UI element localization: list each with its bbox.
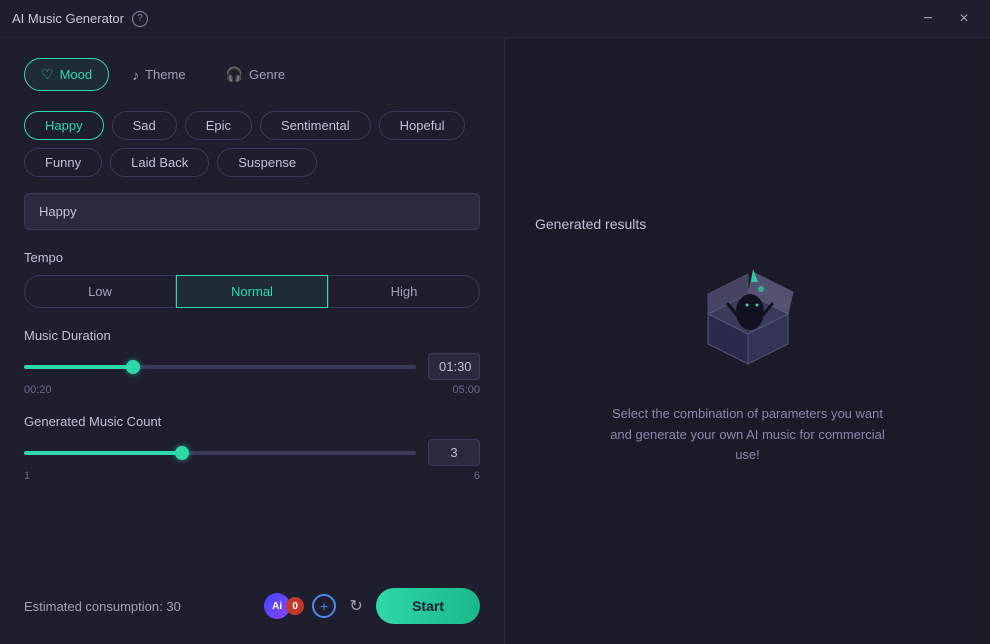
count-min: 1 — [24, 470, 30, 482]
left-panel: ♡ Mood ♪ Theme 🎧 Genre Happy Sad Epic Se… — [0, 38, 505, 644]
theme-tab-icon: ♪ — [132, 67, 139, 83]
close-button[interactable]: × — [950, 5, 978, 33]
mood-btn-funny[interactable]: Funny — [24, 148, 102, 177]
app-title: AI Music Generator — [12, 11, 124, 26]
tabs: ♡ Mood ♪ Theme 🎧 Genre — [24, 58, 480, 91]
duration-max: 05:00 — [452, 384, 480, 396]
duration-range: 00:20 05:00 — [24, 384, 480, 396]
bottom-bar: Estimated consumption: 30 Ai 0 + ↻ Start — [24, 574, 480, 624]
count-slider-row: 3 — [24, 439, 480, 466]
music-count-section: Generated Music Count 3 1 6 — [24, 414, 480, 482]
count-range: 1 6 — [24, 470, 480, 482]
tab-theme[interactable]: ♪ Theme — [115, 58, 202, 91]
results-header: Generated results — [535, 216, 960, 234]
count-value: 3 — [428, 439, 480, 466]
tab-mood-label: Mood — [60, 67, 93, 82]
start-button[interactable]: Start — [376, 588, 480, 624]
mood-btn-happy[interactable]: Happy — [24, 111, 104, 140]
duration-value: 01:30 — [428, 353, 480, 380]
tab-genre-label: Genre — [249, 67, 285, 82]
right-panel: Generated results — [505, 38, 990, 644]
count-slider[interactable] — [24, 451, 416, 455]
tab-genre[interactable]: 🎧 Genre — [209, 58, 303, 91]
consumption-text: Estimated consumption: 30 — [24, 599, 181, 614]
ai-badge: Ai 0 — [264, 593, 304, 619]
mood-btn-suspense[interactable]: Suspense — [217, 148, 317, 177]
duration-slider[interactable] — [24, 365, 416, 369]
empty-state-illustration — [688, 254, 808, 374]
count-max: 6 — [474, 470, 480, 482]
title-bar: AI Music Generator ? − × — [0, 0, 990, 38]
tempo-normal[interactable]: Normal — [176, 275, 328, 308]
mood-btn-laidback[interactable]: Laid Back — [110, 148, 209, 177]
tempo-high[interactable]: High — [328, 275, 480, 308]
bottom-right-controls: Ai 0 + ↻ Start — [264, 588, 480, 624]
minimize-button[interactable]: − — [914, 5, 942, 33]
add-credits-button[interactable]: + — [312, 594, 336, 618]
duration-slider-row: 01:30 — [24, 353, 480, 380]
help-icon[interactable]: ? — [132, 11, 148, 27]
mood-btn-sad[interactable]: Sad — [112, 111, 177, 140]
credit-count-badge: 0 — [286, 597, 304, 615]
results-title: Generated results — [535, 216, 646, 232]
tab-mood[interactable]: ♡ Mood — [24, 58, 109, 91]
music-duration-label: Music Duration — [24, 328, 480, 343]
title-bar-left: AI Music Generator ? — [12, 11, 148, 27]
mood-btn-epic[interactable]: Epic — [185, 111, 252, 140]
window-controls: − × — [914, 5, 978, 33]
tab-theme-label: Theme — [145, 67, 185, 82]
mood-grid: Happy Sad Epic Sentimental Hopeful Funny… — [24, 111, 480, 177]
music-duration-section: Music Duration 01:30 00:20 05:00 — [24, 328, 480, 396]
tempo-label: Tempo — [24, 250, 480, 265]
tempo-low[interactable]: Low — [24, 275, 176, 308]
results-description: Select the combination of parameters you… — [608, 404, 888, 466]
mood-btn-sentimental[interactable]: Sentimental — [260, 111, 371, 140]
mood-text-input[interactable] — [24, 193, 480, 230]
genre-tab-icon: 🎧 — [226, 66, 243, 83]
tempo-group: Low Normal High — [24, 275, 480, 308]
main-layout: ♡ Mood ♪ Theme 🎧 Genre Happy Sad Epic Se… — [0, 38, 990, 644]
mood-tab-icon: ♡ — [41, 66, 54, 83]
duration-min: 00:20 — [24, 384, 52, 396]
refresh-button[interactable]: ↻ — [344, 594, 368, 618]
music-count-label: Generated Music Count — [24, 414, 480, 429]
mood-btn-hopeful[interactable]: Hopeful — [379, 111, 466, 140]
